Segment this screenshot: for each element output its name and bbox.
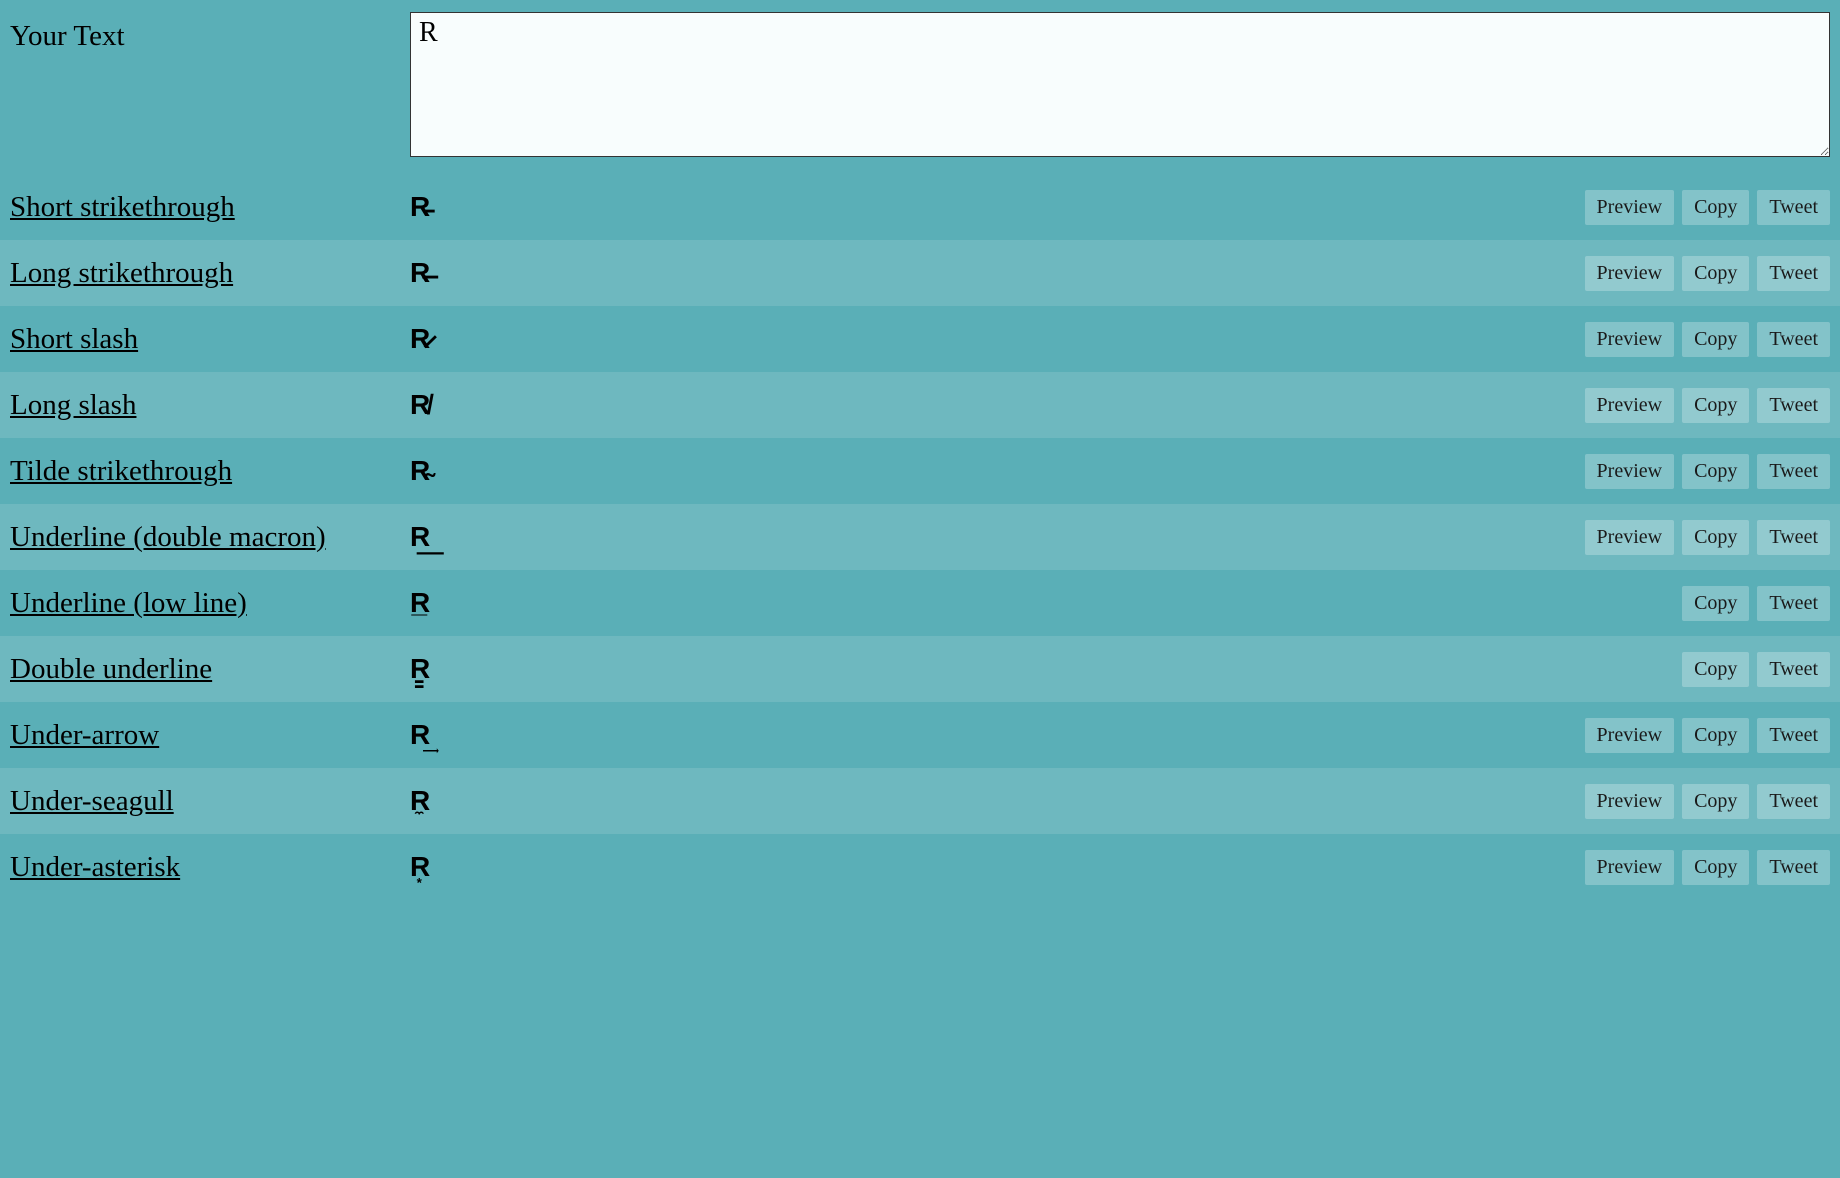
preview-button[interactable]: Preview [1585,718,1675,753]
style-row: Under-seagullR̼PreviewCopyTweet [0,768,1840,834]
tweet-button[interactable]: Tweet [1757,454,1830,489]
style-output: R̶ [410,257,1585,289]
preview-button[interactable]: Preview [1585,322,1675,357]
style-output: R͢ [410,719,1585,751]
style-actions: PreviewCopyTweet [1585,256,1830,291]
copy-button[interactable]: Copy [1682,652,1749,687]
tweet-button[interactable]: Tweet [1757,784,1830,819]
style-row: Short strikethroughR̵PreviewCopyTweet [0,174,1840,240]
tweet-button[interactable]: Tweet [1757,586,1830,621]
tweet-button[interactable]: Tweet [1757,850,1830,885]
style-row: Under-arrowR͢PreviewCopyTweet [0,702,1840,768]
style-actions: CopyTweet [1682,586,1830,621]
style-row: Short slashR̷PreviewCopyTweet [0,306,1840,372]
style-row: Tilde strikethroughR̴PreviewCopyTweet [0,438,1840,504]
style-actions: PreviewCopyTweet [1585,190,1830,225]
preview-button[interactable]: Preview [1585,520,1675,555]
text-input[interactable] [410,12,1830,157]
copy-button[interactable]: Copy [1682,520,1749,555]
style-output: R̷ [410,323,1585,355]
style-output: R͙ [410,851,1585,883]
copy-button[interactable]: Copy [1682,454,1749,489]
style-actions: PreviewCopyTweet [1585,520,1830,555]
copy-button[interactable]: Copy [1682,388,1749,423]
style-row: Long strikethroughR̶PreviewCopyTweet [0,240,1840,306]
style-actions: CopyTweet [1682,652,1830,687]
style-name-link[interactable]: Short strikethrough [10,191,410,224]
tweet-button[interactable]: Tweet [1757,652,1830,687]
style-output: R̳ [410,653,1682,685]
copy-button[interactable]: Copy [1682,850,1749,885]
style-actions: PreviewCopyTweet [1585,322,1830,357]
style-output: R͟ [410,521,1585,553]
tweet-button[interactable]: Tweet [1757,520,1830,555]
style-row: Underline (low line)R̲CopyTweet [0,570,1840,636]
preview-button[interactable]: Preview [1585,388,1675,423]
style-name-link[interactable]: Long strikethrough [10,257,410,290]
preview-button[interactable]: Preview [1585,190,1675,225]
style-output: R̲ [410,587,1682,619]
style-actions: PreviewCopyTweet [1585,388,1830,423]
style-output: R̼ [410,785,1585,817]
preview-button[interactable]: Preview [1585,256,1675,291]
style-name-link[interactable]: Underline (low line) [10,587,410,620]
preview-button[interactable]: Preview [1585,850,1675,885]
style-output: R̵ [410,191,1585,223]
input-label: Your Text [10,12,410,53]
preview-button[interactable]: Preview [1585,784,1675,819]
style-row: Under-asteriskR͙PreviewCopyTweet [0,834,1840,900]
style-name-link[interactable]: Double underline [10,653,410,686]
input-row: Your Text [0,0,1840,174]
tweet-button[interactable]: Tweet [1757,190,1830,225]
preview-button[interactable]: Preview [1585,454,1675,489]
style-actions: PreviewCopyTweet [1585,454,1830,489]
tweet-button[interactable]: Tweet [1757,322,1830,357]
style-output: R̴ [410,455,1585,487]
style-name-link[interactable]: Under-arrow [10,719,410,752]
style-actions: PreviewCopyTweet [1585,718,1830,753]
copy-button[interactable]: Copy [1682,190,1749,225]
style-name-link[interactable]: Under-asterisk [10,851,410,884]
style-output: R̸ [410,389,1585,421]
style-name-link[interactable]: Short slash [10,323,410,356]
tweet-button[interactable]: Tweet [1757,388,1830,423]
style-name-link[interactable]: Long slash [10,389,410,422]
style-name-link[interactable]: Under-seagull [10,785,410,818]
tweet-button[interactable]: Tweet [1757,718,1830,753]
style-actions: PreviewCopyTweet [1585,850,1830,885]
style-row: Underline (double macron)R͟PreviewCopyTw… [0,504,1840,570]
style-name-link[interactable]: Underline (double macron) [10,521,410,554]
copy-button[interactable]: Copy [1682,784,1749,819]
style-row: Long slashR̸PreviewCopyTweet [0,372,1840,438]
style-row: Double underlineR̳CopyTweet [0,636,1840,702]
style-actions: PreviewCopyTweet [1585,784,1830,819]
copy-button[interactable]: Copy [1682,322,1749,357]
copy-button[interactable]: Copy [1682,718,1749,753]
copy-button[interactable]: Copy [1682,256,1749,291]
tweet-button[interactable]: Tweet [1757,256,1830,291]
copy-button[interactable]: Copy [1682,586,1749,621]
style-name-link[interactable]: Tilde strikethrough [10,455,410,488]
